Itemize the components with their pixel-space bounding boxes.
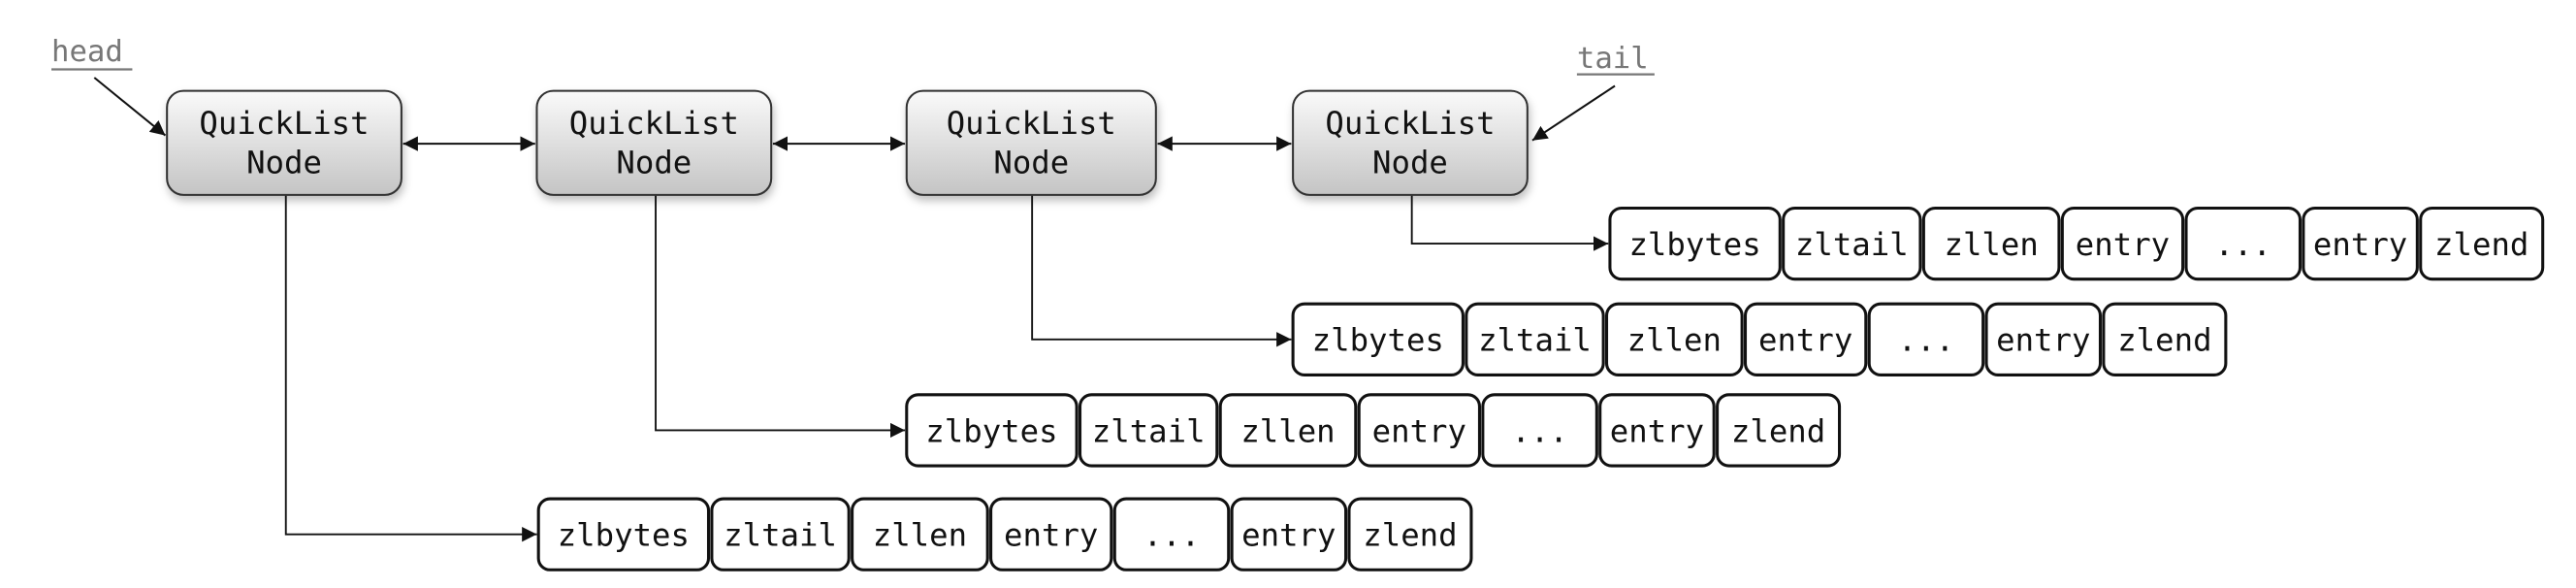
head-label: head (51, 35, 133, 71)
quicklist-node: QuickListNode (535, 89, 773, 196)
ziplist: zlbytes zltail zllen entry... entry zlend (1608, 206, 2545, 281)
ziplist: zlbytes zltail zllen entry... entry zlend (905, 393, 1842, 468)
ziplist-cell-entry: entry (1230, 497, 1348, 572)
ziplist-cell-label: zlend (2117, 322, 2211, 359)
ziplist-cell-ellipsis: ... (2184, 206, 2302, 281)
ziplist-cell-label: zltail (1478, 322, 1592, 359)
ziplist-pointer (655, 194, 906, 439)
ziplist-cell-ellipsis: ... (1112, 497, 1231, 572)
ziplist-cell-zllen: zllen (1921, 206, 2061, 281)
ziplist-cell-zltail: zltail (1782, 206, 1922, 281)
ziplist-cell-label: ... (1143, 517, 1200, 554)
ziplist-cell-label: ... (1898, 322, 1954, 359)
ziplist-cell-ellipsis: ... (1867, 302, 1985, 376)
ziplist-cell-zltail: zltail (1465, 302, 1605, 376)
ziplist-cell-label: entry (1610, 412, 1704, 449)
ziplist-cell-label: entry (1996, 322, 2090, 359)
ziplist-cell-label: zltail (1795, 226, 1909, 263)
node-label-line1: QuickList (947, 105, 1116, 142)
ziplist: zlbytes zltail zllen entry... entry zlend (1291, 302, 2228, 376)
ziplist-cell-zlbytes: zlbytes (1291, 302, 1465, 376)
ziplist-cell-label: entry (1241, 517, 1336, 554)
head-text: head (51, 35, 123, 69)
node-label-line1: QuickList (199, 105, 369, 142)
ziplist-cell-label: zllen (1240, 412, 1335, 449)
ziplist-cell-entry: entry (1743, 302, 1868, 376)
ziplist-cell-entry: entry (2302, 206, 2419, 281)
ziplist-cell-zlend: zlend (1716, 393, 1842, 468)
ziplist-cell-label: entry (1758, 322, 1852, 359)
ziplist-cell-zlend: zlend (2419, 206, 2545, 281)
node-label-line1: QuickList (1325, 105, 1495, 142)
ziplist-cell-label: zllen (1627, 322, 1722, 359)
tail-arrow (1531, 84, 1616, 142)
ziplist-cell-zllen: zllen (1218, 393, 1358, 468)
ziplist-cell-label: zlbytes (558, 517, 690, 554)
ziplist-cell-label: ... (2215, 226, 2271, 263)
ziplist-cell-zlend: zlend (1347, 497, 1473, 572)
ziplist-cell-zlbytes: zlbytes (536, 497, 711, 572)
ziplist-cell-ellipsis: ... (1481, 393, 1598, 468)
quicklist-node: QuickListNode (166, 89, 402, 196)
ziplist-cell-zltail: zltail (1078, 393, 1219, 468)
ziplist-cell-zllen: zllen (1605, 302, 1744, 376)
ziplist-cell-label: entry (2313, 226, 2407, 263)
quicklist-node: QuickListNode (905, 89, 1157, 196)
tail-label: tail (1576, 42, 1655, 76)
ziplist-cell-label: zlend (2434, 226, 2528, 263)
head-arrow (93, 77, 167, 137)
ziplist-cell-entry: entry (1357, 393, 1481, 468)
ziplist-pointer (1031, 194, 1292, 347)
ziplist-cell-label: zllen (873, 517, 967, 554)
tail-text: tail (1577, 42, 1649, 76)
ziplist-cell-entry: entry (1598, 393, 1716, 468)
ziplist-cell-label: zlbytes (1628, 226, 1760, 263)
ziplist-cell-entry: entry (989, 497, 1113, 572)
ziplist-cell-label: zlend (1363, 517, 1457, 554)
node-label-line2: Node (616, 145, 692, 181)
ziplist-pointer (1410, 194, 1609, 251)
ziplist-cell-label: zlbytes (925, 412, 1057, 449)
ziplist-cell-entry: entry (2060, 206, 2185, 281)
ziplist-cell-zllen: zllen (851, 497, 989, 572)
node-label-line2: Node (246, 145, 322, 181)
node-label-line2: Node (993, 145, 1069, 181)
ziplist-cell-label: entry (1004, 517, 1098, 554)
ziplist-cell-label: zltail (724, 517, 837, 554)
ziplist-cell-label: entry (1372, 412, 1466, 449)
ziplist-cell-zltail: zltail (710, 497, 851, 572)
ziplist-cell-label: entry (2076, 226, 2170, 263)
ziplist-cell-label: ... (1511, 412, 1567, 449)
ziplist: zlbytes zltail zllen entry... entry zlend (536, 497, 1473, 572)
ziplist-cell-zlend: zlend (2102, 302, 2228, 376)
ziplist-cell-label: zllen (1944, 226, 2038, 263)
quicklist-diagram: head tail QuickListNodeQuickListNodeQuic… (51, 35, 2545, 572)
ziplist-cell-label: zltail (1092, 412, 1206, 449)
node-label-line1: QuickList (569, 105, 739, 142)
ziplist-cell-label: zlend (1731, 412, 1825, 449)
node-label-line2: Node (1372, 145, 1448, 181)
ziplist-pointer (284, 194, 537, 542)
ziplist-cell-label: zlbytes (1312, 322, 1444, 359)
ziplist-cell-entry: entry (1984, 302, 2103, 376)
quicklist-node: QuickListNode (1292, 89, 1529, 196)
ziplist-cell-zlbytes: zlbytes (905, 393, 1079, 468)
ziplist-cell-zlbytes: zlbytes (1608, 206, 1782, 281)
